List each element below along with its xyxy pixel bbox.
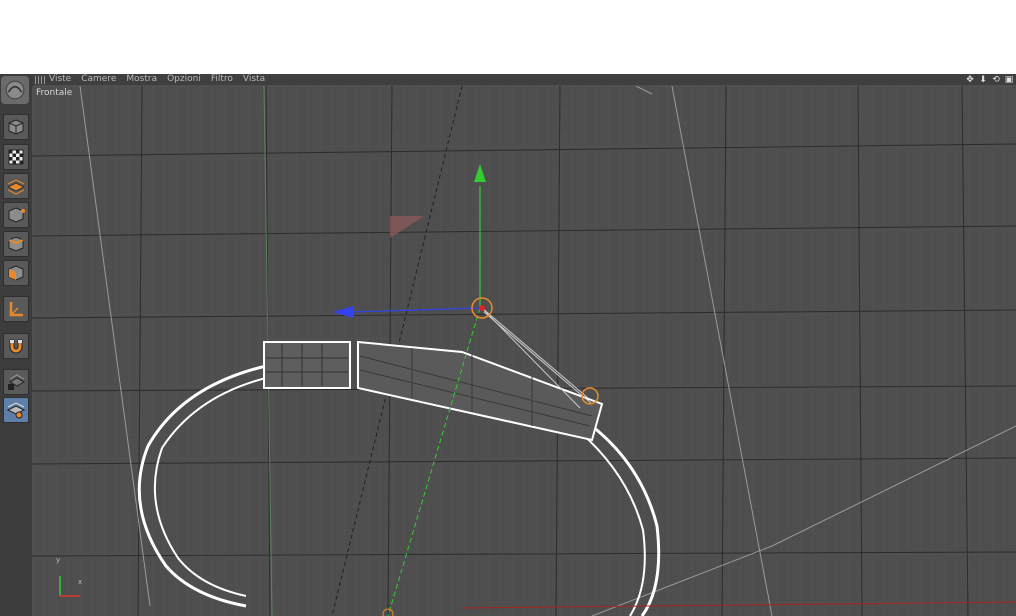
menu-viste[interactable]: Viste — [49, 74, 71, 85]
polygons-mode-button[interactable] — [3, 260, 29, 286]
points-mode-icon — [8, 207, 25, 223]
menu-opzioni[interactable]: Opzioni — [167, 74, 201, 85]
planar-workplane-button[interactable] — [3, 397, 29, 423]
texture-mode-icon — [8, 149, 24, 165]
axis-mode-icon — [9, 302, 23, 317]
snap-magnet-button[interactable] — [3, 333, 29, 359]
viewport-frontale[interactable]: Frontale y x — [32, 86, 1016, 616]
viewport-menubar: Viste Camere Mostra Opzioni Filtro Vista… — [32, 74, 1016, 85]
axis-label-x: x — [78, 578, 83, 586]
snap-magnet-icon — [9, 339, 23, 354]
points-mode-button[interactable] — [3, 202, 29, 228]
edges-mode-button[interactable] — [3, 231, 29, 257]
cinema4d-window: Viste Camere Mostra Opzioni Filtro Vista… — [0, 74, 1016, 616]
model-mode-button[interactable] — [3, 114, 29, 140]
workplane-mode-button[interactable] — [3, 173, 29, 199]
left-toolbar — [0, 74, 33, 616]
clasp-left[interactable] — [263, 341, 351, 389]
locked-workplane-icon — [8, 374, 26, 390]
workplane-mode-icon — [6, 179, 26, 195]
polygons-mode-icon — [8, 265, 24, 281]
undo-view-icon[interactable] — [1, 76, 29, 104]
texture-mode-button[interactable] — [3, 144, 29, 170]
locked-workplane-button[interactable] — [3, 369, 29, 395]
menu-mostra[interactable]: Mostra — [126, 74, 157, 85]
axis-label-y: y — [56, 556, 61, 564]
edges-mode-icon — [8, 236, 24, 252]
menu-filtro[interactable]: Filtro — [211, 74, 233, 85]
menu-camere[interactable]: Camere — [81, 74, 116, 85]
planar-workplane-icon — [6, 402, 26, 419]
rotate-view-icon[interactable]: ⟲ — [991, 75, 1001, 85]
maximize-view-icon[interactable]: ▣ — [1004, 75, 1014, 85]
model-mode-icon — [8, 119, 24, 135]
axis-mode-button[interactable] — [3, 296, 29, 322]
viewport-label[interactable]: Frontale — [36, 88, 72, 98]
view-navigation: ✥ ⬇ ⟲ ▣ — [965, 74, 1014, 85]
menu-vista[interactable]: Vista — [243, 74, 265, 85]
grip-icon[interactable] — [35, 75, 45, 84]
viewport-canvas[interactable] — [32, 86, 1016, 616]
zoom-view-icon[interactable]: ⬇ — [978, 75, 988, 85]
move-view-icon[interactable]: ✥ — [965, 75, 975, 85]
